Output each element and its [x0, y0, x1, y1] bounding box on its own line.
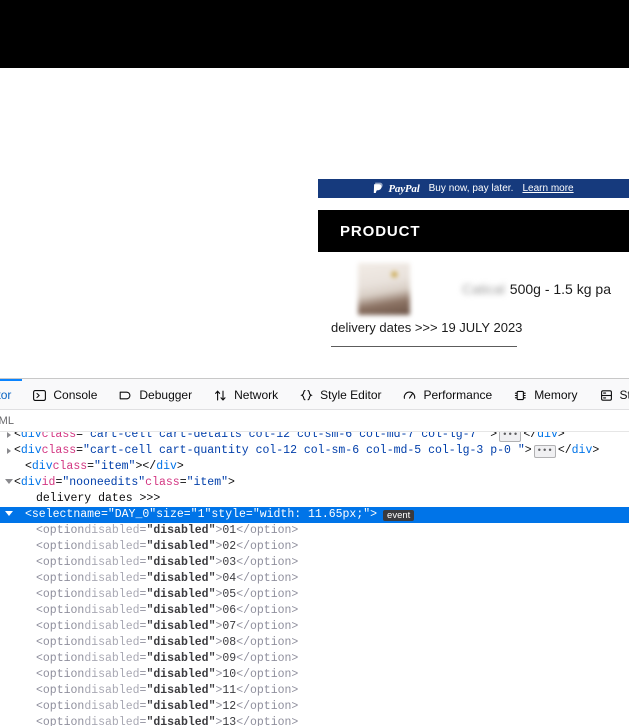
product-divider [331, 346, 517, 347]
tab-memory[interactable]: Memory [503, 379, 588, 409]
collapsed-children-ellipsis[interactable]: ••• [534, 445, 556, 458]
product-brand-redacted: Catical [462, 281, 505, 297]
markup-row-option[interactable]: <option disabled="disabled">13</option> [0, 715, 629, 726]
markup-row-option[interactable]: <option disabled="disabled">07</option> [0, 619, 629, 635]
markup-row[interactable]: delivery dates >>> [0, 491, 629, 507]
markup-row-option[interactable]: <option disabled="disabled">10</option> [0, 667, 629, 683]
markup-row[interactable]: <div class="cart-cell cart-quantity col-… [0, 443, 629, 459]
twisty-collapsed[interactable] [4, 448, 14, 454]
markup-row[interactable]: <div class="item"></div> [0, 459, 629, 475]
devtools-tab-bar: Inspector Console Debugger [0, 379, 629, 410]
tab-inspector[interactable]: Inspector [0, 379, 22, 409]
paypal-learn-more-link[interactable]: Learn more [522, 183, 573, 194]
tab-inspector-label: Inspector [0, 388, 11, 402]
markup-row-option[interactable]: <option disabled="disabled">08</option> [0, 635, 629, 651]
markup-tree[interactable]: <div class="cart-cell cart-details col-1… [0, 432, 629, 726]
twisty-collapsed[interactable] [4, 432, 14, 438]
storage-icon [600, 389, 613, 402]
product-description: Catical 500g - 1.5 kg pa [462, 281, 611, 297]
tab-console-label: Console [53, 388, 97, 402]
twisty-expanded[interactable] [4, 511, 14, 519]
tab-performance-label: Performance [423, 388, 492, 402]
webpage-content-area: PayPal Buy now, pay later. Learn more PR… [0, 68, 629, 378]
event-badge: event [383, 510, 414, 521]
tab-console[interactable]: Console [22, 379, 108, 409]
markup-row-option[interactable]: <option disabled="disabled">01</option> [0, 523, 629, 539]
markup-row[interactable]: <div class="cart-cell cart-details col-1… [0, 432, 629, 443]
product-section-header: PRODUCT [318, 210, 629, 252]
markup-row-option[interactable]: <option disabled="disabled">03</option> [0, 555, 629, 571]
markup-row-option[interactable]: <option disabled="disabled">04</option> [0, 571, 629, 587]
tab-debugger[interactable]: Debugger [108, 379, 203, 409]
devtools-breadcrumb-bar: HTML [0, 410, 629, 432]
paypal-tagline: Buy now, pay later. [429, 183, 514, 194]
devtools-panel: Inspector Console Debugger [0, 378, 629, 726]
product-variant-text: 500g - 1.5 kg pa [510, 281, 611, 297]
tab-style-editor-label: Style Editor [320, 388, 381, 402]
tab-storage[interactable]: Storage [589, 379, 629, 409]
debugger-icon [119, 389, 132, 402]
product-thumbnail-image[interactable] [358, 263, 410, 315]
tab-network[interactable]: Network [203, 379, 289, 409]
top-black-bar [0, 0, 629, 68]
paypal-mark-icon [373, 182, 385, 195]
paypal-promo-banner[interactable]: PayPal Buy now, pay later. Learn more [318, 179, 629, 198]
product-row: Catical 500g - 1.5 kg pa [318, 258, 629, 320]
performance-icon [403, 389, 416, 402]
markup-row-option[interactable]: <option disabled="disabled">12</option> [0, 699, 629, 715]
delivery-dates-text: delivery dates >>> 19 JULY 2023 [331, 320, 522, 335]
markup-row-option[interactable]: <option disabled="disabled">05</option> [0, 587, 629, 603]
markup-row-option[interactable]: <option disabled="disabled">09</option> [0, 651, 629, 667]
tab-storage-label: Storage [620, 388, 629, 402]
console-icon [33, 389, 46, 402]
product-header-title: PRODUCT [318, 223, 420, 240]
tab-memory-label: Memory [534, 388, 577, 402]
breadcrumb: HTML [0, 415, 14, 427]
markup-row-option[interactable]: <option disabled="disabled">11</option> [0, 683, 629, 699]
twisty-expanded[interactable] [4, 479, 14, 487]
tab-style-editor[interactable]: Style Editor [289, 379, 392, 409]
markup-row-option[interactable]: <option disabled="disabled">06</option> [0, 603, 629, 619]
tab-debugger-label: Debugger [139, 388, 192, 402]
paypal-logo: PayPal [373, 182, 419, 195]
markup-row[interactable]: <div id="nooneedits" class="item"> [0, 475, 629, 491]
network-icon [214, 389, 227, 402]
collapsed-children-ellipsis[interactable]: ••• [499, 432, 521, 442]
memory-icon [514, 389, 527, 402]
style-editor-icon [300, 389, 313, 402]
paypal-wordmark: PayPal [388, 183, 419, 195]
markup-row-selected[interactable]: <select name="DAY_0" size="1" style="wid… [0, 507, 629, 523]
tab-network-label: Network [234, 388, 278, 402]
markup-row-option[interactable]: <option disabled="disabled">02</option> [0, 539, 629, 555]
tab-performance[interactable]: Performance [392, 379, 503, 409]
